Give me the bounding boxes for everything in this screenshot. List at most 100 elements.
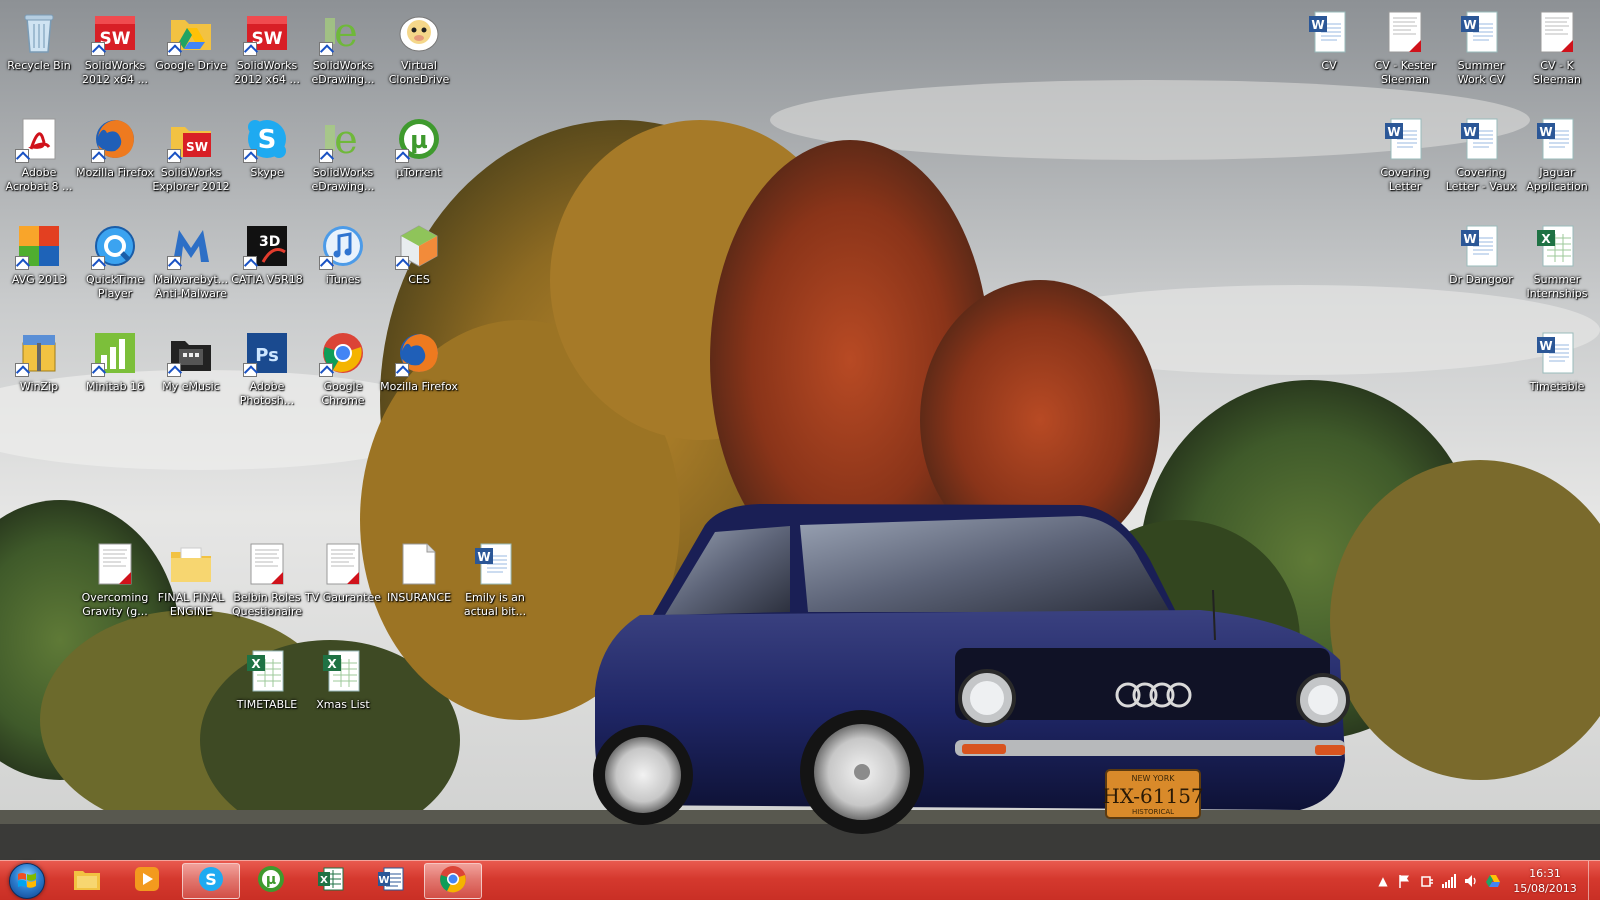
desktop-icon-pdf-doc[interactable]: Belbin Roles Questionaire: [228, 540, 306, 619]
desktop-icon-solidworks[interactable]: SW SolidWorks 2012 x64 ...: [228, 8, 306, 87]
desktop-icon-label: FINAL FINAL ENGINE: [157, 591, 225, 618]
desktop-icon-label: Google Chrome: [321, 380, 365, 407]
media-player-icon: [132, 864, 162, 898]
shortcut-arrow-icon: [319, 42, 333, 56]
taskbar-button-excel[interactable]: X: [302, 863, 360, 899]
desktop-icon-label: SolidWorks 2012 x64 ...: [82, 59, 148, 86]
svg-text:X: X: [320, 875, 328, 886]
taskbar-button-skype[interactable]: S: [182, 863, 240, 899]
taskbar-button-utorrent[interactable]: µ: [242, 863, 300, 899]
desktop-icon-word-doc[interactable]: W Dr Dangoor: [1442, 222, 1520, 287]
desktop-icon-label: Emily is an actual bit...: [463, 591, 527, 618]
volume-icon[interactable]: [1460, 870, 1482, 892]
desktop-icon-label: Adobe Photosh...: [239, 380, 295, 407]
word-doc-icon: W: [471, 540, 519, 588]
windows-logo-icon: [9, 863, 45, 899]
desktop-icon-word-doc[interactable]: W CV: [1290, 8, 1368, 73]
desktop-icon-word-doc[interactable]: W Jaguar Application: [1518, 115, 1596, 194]
pdf-doc-icon: [243, 540, 291, 588]
desktop-icon-excel-doc[interactable]: X Summer Internships: [1518, 222, 1596, 301]
desktop-icon-quicktime[interactable]: QuickTime Player: [76, 222, 154, 301]
svg-text:W: W: [378, 875, 389, 886]
desktop-icon-word-doc[interactable]: W Covering Letter - Vaux: [1442, 115, 1520, 194]
action-center-flag-icon[interactable]: [1394, 870, 1416, 892]
shortcut-arrow-icon: [91, 42, 105, 56]
network-signal-icon[interactable]: [1438, 870, 1460, 892]
desktop-icon-pdf-doc[interactable]: CV - Kester Sleeman: [1366, 8, 1444, 87]
svg-text:X: X: [327, 657, 337, 671]
desktop-icon-google-drive[interactable]: Google Drive: [152, 8, 230, 73]
desktop-icon-solidworks-explorer[interactable]: SW SolidWorks Explorer 2012: [152, 115, 230, 194]
malwarebytes-icon: [167, 222, 215, 270]
desktop-icon-catia[interactable]: 3D CATIA V5R18: [228, 222, 306, 287]
clock[interactable]: 16:31 15/08/2013: [1510, 866, 1580, 896]
desktop-icon-edrawings[interactable]: e SolidWorks eDrawing...: [304, 8, 382, 87]
desktop-icon-pdf-doc[interactable]: Overcoming Gravity (g...: [76, 540, 154, 619]
power-icon[interactable]: [1416, 870, 1438, 892]
desktop-icon-label: Covering Letter: [1380, 166, 1430, 193]
desktop-icon-label: SolidWorks 2012 x64 ...: [234, 59, 300, 86]
google-drive-tray-icon[interactable]: [1482, 870, 1504, 892]
show-hidden-icons-button[interactable]: ▲: [1372, 870, 1394, 892]
shortcut-arrow-icon: [395, 363, 409, 377]
desktop-icon-label: SolidWorks Explorer 2012: [152, 166, 230, 193]
desktop-icon-word-doc[interactable]: W Timetable: [1518, 329, 1596, 394]
shortcut-arrow-icon: [395, 149, 409, 163]
start-button[interactable]: [4, 862, 50, 900]
shortcut-arrow-icon: [243, 42, 257, 56]
desktop-icon-solidworks[interactable]: SW SolidWorks 2012 x64 ...: [76, 8, 154, 87]
desktop-icon-pdf-doc[interactable]: CV - K Sleeman: [1518, 8, 1596, 87]
winzip-icon: [15, 329, 63, 377]
desktop-icon-label: Skype: [250, 166, 284, 179]
desktop-icon-label: Overcoming Gravity (g...: [81, 591, 149, 618]
desktop-icon-blank-doc[interactable]: INSURANCE: [380, 540, 458, 605]
pdf-doc-icon: [319, 540, 367, 588]
svg-text:W: W: [1463, 125, 1476, 139]
desktop-icon-ces[interactable]: CES: [380, 222, 458, 287]
desktop-icon-malwarebytes[interactable]: Malwarebyt... Anti-Malware: [152, 222, 230, 301]
desktop-icon-chrome[interactable]: Google Chrome: [304, 329, 382, 408]
google-drive-icon: [167, 8, 215, 56]
svg-text:W: W: [1539, 125, 1552, 139]
desktop-icon-excel-doc[interactable]: X Xmas List: [304, 647, 382, 712]
desktop-icon-itunes[interactable]: iTunes: [304, 222, 382, 287]
shortcut-arrow-icon: [243, 363, 257, 377]
recycle-bin-icon: [15, 8, 63, 56]
desktop-icon-firefox[interactable]: Mozilla Firefox: [380, 329, 458, 394]
taskbar-button-chrome[interactable]: [424, 863, 482, 899]
taskbar-button-media-player[interactable]: [118, 863, 176, 899]
desktop-icon-avg[interactable]: AVG 2013: [0, 222, 78, 287]
desktop-icon-firefox[interactable]: Mozilla Firefox: [76, 115, 154, 180]
desktop-icon-label: Virtual CloneDrive: [388, 59, 450, 86]
desktop-icon-acrobat[interactable]: Adobe Acrobat 8 ...: [0, 115, 78, 194]
desktop-icon-folder[interactable]: FINAL FINAL ENGINE: [152, 540, 230, 619]
taskbar-button-word[interactable]: W: [362, 863, 420, 899]
desktop-icon-word-doc[interactable]: W Summer Work CV: [1442, 8, 1520, 87]
desktop-icon-utorrent[interactable]: µ µTorrent: [380, 115, 458, 180]
desktop-icon-excel-doc[interactable]: X TIMETABLE: [228, 647, 306, 712]
desktop-icon-edrawings[interactable]: e SolidWorks eDrawing...: [304, 115, 382, 194]
excel-icon: X: [316, 864, 346, 898]
desktop-icon-label: QuickTime Player: [85, 273, 145, 300]
svg-text:W: W: [1463, 232, 1476, 246]
system-tray: ▲ 16:31 15/08/2013: [1372, 861, 1580, 900]
svg-text:e: e: [334, 117, 358, 163]
desktop-icon-label: Covering Letter - Vaux: [1445, 166, 1517, 193]
chrome-icon: [319, 329, 367, 377]
desktop-icon-photoshop[interactable]: Ps Adobe Photosh...: [228, 329, 306, 408]
desktop-icon-skype[interactable]: S Skype: [228, 115, 306, 180]
desktop-icon-word-doc[interactable]: W Emily is an actual bit...: [456, 540, 534, 619]
word-doc-icon: W: [1305, 8, 1353, 56]
desktop-icon-emusic[interactable]: My eMusic: [152, 329, 230, 394]
ces-icon: [395, 222, 443, 270]
desktop-icon-pdf-doc[interactable]: TV Gaurantee: [304, 540, 382, 605]
show-desktop-button[interactable]: [1588, 861, 1600, 900]
desktop-icon-recycle-bin[interactable]: Recycle Bin: [0, 8, 78, 73]
blank-doc-icon: [395, 540, 443, 588]
desktop-icon-minitab[interactable]: Minitab 16: [76, 329, 154, 394]
desktop-icon-winzip[interactable]: WinZip: [0, 329, 78, 394]
pdf-doc-icon: [1381, 8, 1429, 56]
desktop-icon-clonedrive[interactable]: Virtual CloneDrive: [380, 8, 458, 87]
desktop-icon-word-doc[interactable]: W Covering Letter: [1366, 115, 1444, 194]
taskbar-button-explorer[interactable]: [58, 863, 116, 899]
